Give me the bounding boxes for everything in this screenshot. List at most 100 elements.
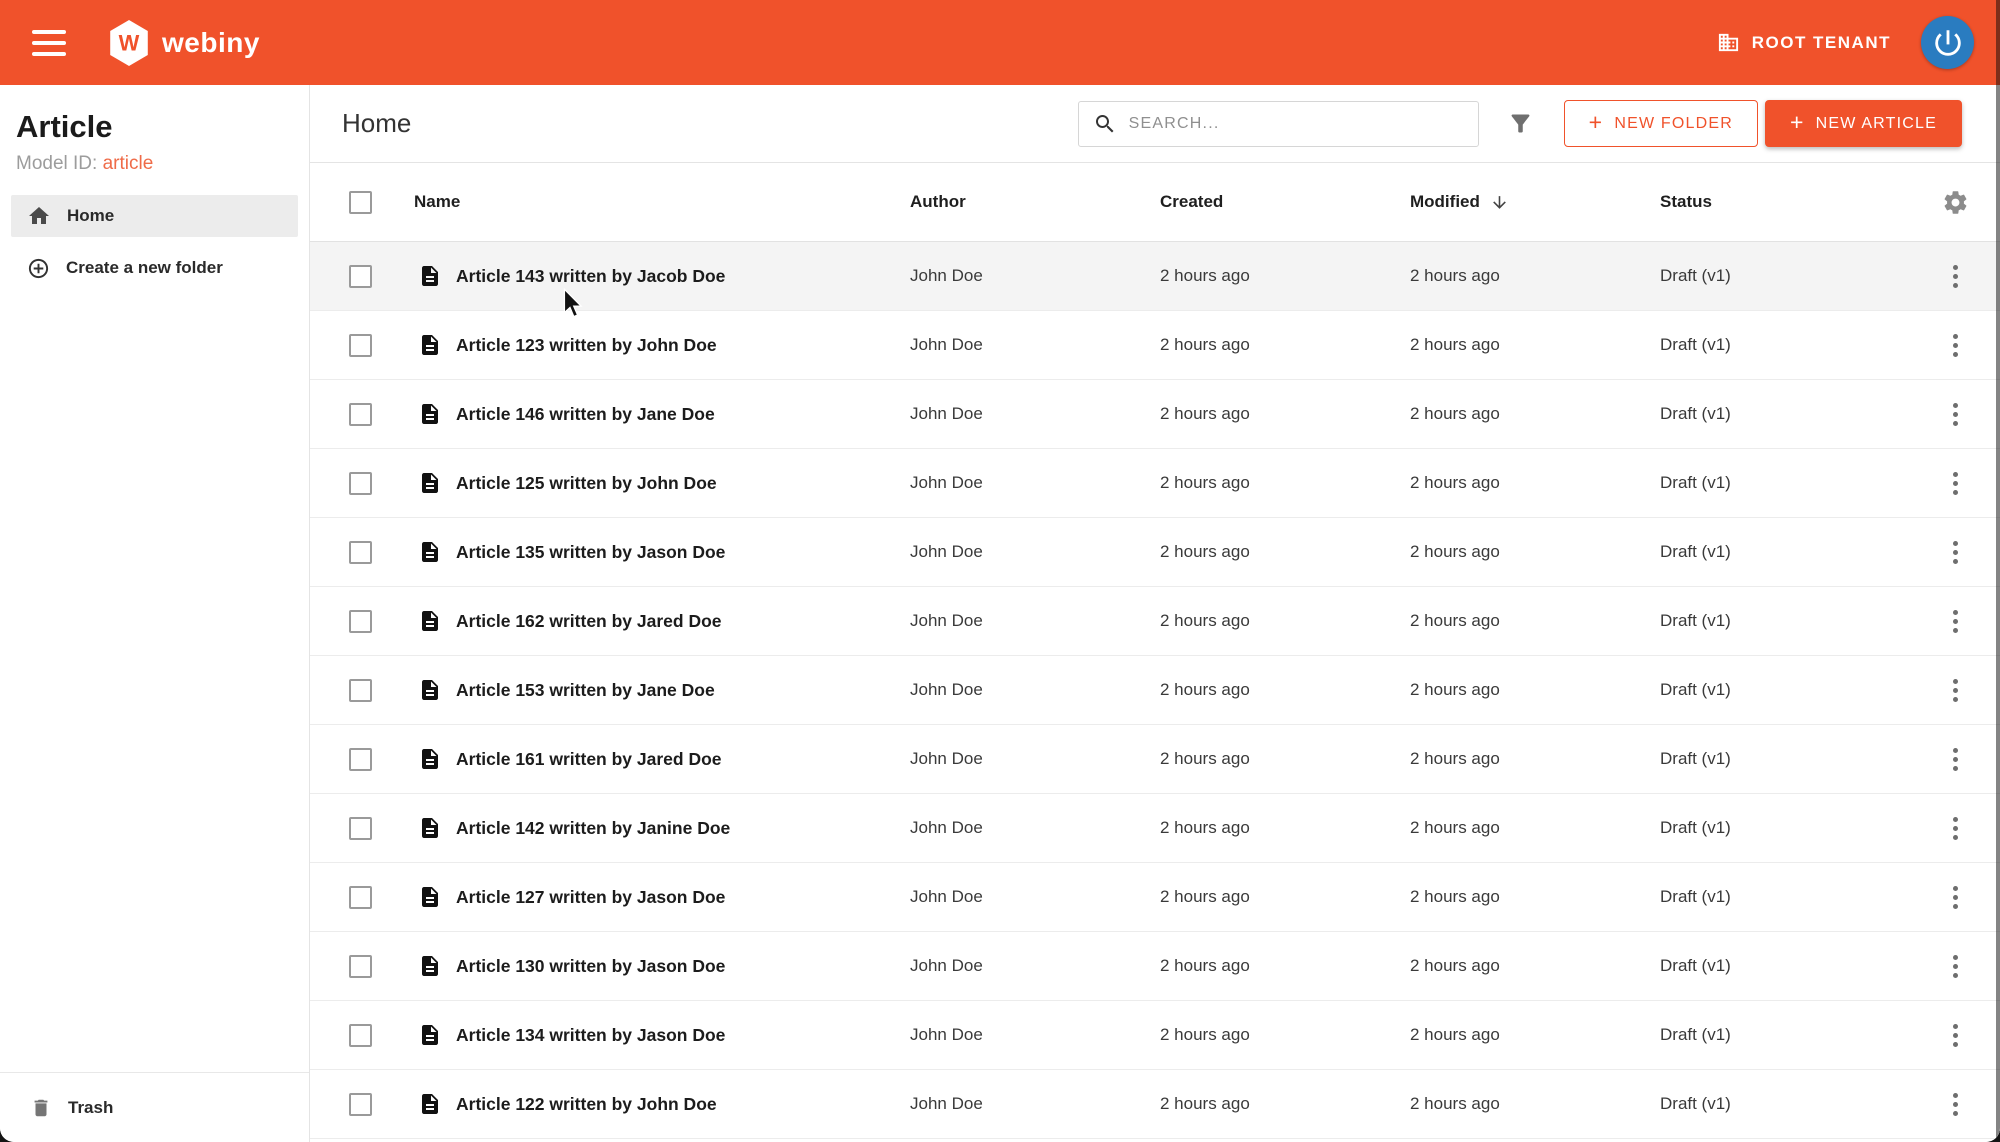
entry-name: Article 130 written by Jason Doe	[456, 955, 726, 976]
row-checkbox[interactable]	[349, 816, 372, 840]
entry-name-cell[interactable]: Article 127 written by Jason Doe	[400, 885, 910, 909]
row-actions-kebab-menu[interactable]	[1947, 811, 1964, 846]
table-row[interactable]: Article 127 written by Jason Doe John Do…	[310, 863, 2000, 932]
entry-status: Draft (v1)	[1660, 749, 1731, 768]
entry-name-cell[interactable]: Article 143 written by Jacob Doe	[400, 264, 910, 288]
table-row[interactable]: Article 125 written by John Doe John Doe…	[310, 449, 2000, 518]
row-actions-kebab-menu[interactable]	[1947, 259, 1964, 294]
sidebar-item-home[interactable]: Home	[11, 195, 298, 237]
column-header-status[interactable]: Status	[1660, 192, 1910, 212]
entry-modified: 2 hours ago	[1410, 404, 1500, 423]
entry-name-cell[interactable]: Article 153 written by Jane Doe	[400, 678, 910, 702]
entry-modified: 2 hours ago	[1410, 1094, 1500, 1113]
row-actions-kebab-menu[interactable]	[1947, 604, 1964, 639]
table-row[interactable]: Article 123 written by John Doe John Doe…	[310, 311, 2000, 380]
row-actions-kebab-menu[interactable]	[1947, 1018, 1964, 1053]
entry-name-cell[interactable]: Article 161 written by Jared Doe	[400, 747, 910, 771]
tenant-selector[interactable]: ROOT TENANT	[1717, 31, 1891, 54]
table-row[interactable]: Article 161 written by Jared Doe John Do…	[310, 725, 2000, 794]
entry-name: Article 162 written by Jared Doe	[456, 610, 722, 631]
entry-name-cell[interactable]: Article 135 written by Jason Doe	[400, 540, 910, 564]
entry-author: John Doe	[910, 404, 983, 423]
table-row[interactable]: Article 162 written by Jared Doe John Do…	[310, 587, 2000, 656]
document-icon	[422, 473, 438, 493]
table-row[interactable]: Article 146 written by Jane Doe John Doe…	[310, 380, 2000, 449]
table-row[interactable]: Article 142 written by Janine Doe John D…	[310, 794, 2000, 863]
row-actions-kebab-menu[interactable]	[1947, 949, 1964, 984]
entry-name-cell[interactable]: Article 125 written by John Doe	[400, 471, 910, 495]
entry-name-cell[interactable]: Article 123 written by John Doe	[400, 333, 910, 357]
gravatar-icon	[1934, 29, 1961, 56]
entry-status: Draft (v1)	[1660, 1094, 1731, 1113]
table-row[interactable]: Article 135 written by Jason Doe John Do…	[310, 518, 2000, 587]
trash-label: Trash	[68, 1097, 114, 1117]
entry-name: Article 146 written by Jane Doe	[456, 403, 715, 424]
table-row[interactable]: Article 122 written by John Doe John Doe…	[310, 1070, 2000, 1139]
model-id-value: article	[102, 153, 154, 174]
row-actions-kebab-menu[interactable]	[1947, 1087, 1964, 1122]
table-settings-gear-icon[interactable]	[1942, 189, 1969, 216]
trash-button[interactable]: Trash	[0, 1072, 309, 1142]
entry-status: Draft (v1)	[1660, 404, 1731, 423]
table-row[interactable]: Article 153 written by Jane Doe John Doe…	[310, 656, 2000, 725]
row-actions-kebab-menu[interactable]	[1947, 673, 1964, 708]
row-checkbox[interactable]	[349, 540, 372, 564]
entry-author: John Doe	[910, 956, 983, 975]
entry-status: Draft (v1)	[1660, 266, 1731, 285]
table-row[interactable]: Article 130 written by Jason Doe John Do…	[310, 932, 2000, 1001]
search-input[interactable]	[1128, 101, 1478, 146]
row-actions-kebab-menu[interactable]	[1947, 466, 1964, 501]
entry-name: Article 127 written by Jason Doe	[456, 886, 726, 907]
row-actions-kebab-menu[interactable]	[1947, 535, 1964, 570]
webiny-admin-window: W webiny ROOT TENANT Article Model ID: a…	[0, 0, 2000, 1142]
entry-name-cell[interactable]: Article 146 written by Jane Doe	[400, 402, 910, 426]
entry-name-cell[interactable]: Article 142 written by Janine Doe	[400, 816, 910, 840]
entry-created: 2 hours ago	[1160, 1025, 1250, 1044]
entry-name-cell[interactable]: Article 134 written by Jason Doe	[400, 1023, 910, 1047]
column-header-name[interactable]: Name	[400, 192, 910, 212]
row-actions-kebab-menu[interactable]	[1947, 742, 1964, 777]
entry-author: John Doe	[910, 818, 983, 837]
column-header-modified[interactable]: Modified	[1410, 192, 1660, 212]
filter-button[interactable]	[1507, 110, 1534, 137]
row-checkbox[interactable]	[349, 471, 372, 495]
row-actions-kebab-menu[interactable]	[1947, 880, 1964, 915]
new-article-label: NEW ARTICLE	[1815, 114, 1937, 132]
row-checkbox[interactable]	[349, 402, 372, 426]
create-new-folder-button[interactable]: Create a new folder	[11, 247, 298, 289]
row-checkbox[interactable]	[349, 1092, 372, 1116]
row-checkbox[interactable]	[349, 333, 372, 357]
tenant-label: ROOT TENANT	[1751, 32, 1891, 52]
row-checkbox[interactable]	[349, 264, 372, 288]
new-folder-button[interactable]: + NEW FOLDER	[1563, 100, 1758, 147]
select-all-checkbox[interactable]	[349, 190, 372, 214]
row-checkbox[interactable]	[349, 609, 372, 633]
plus-icon: +	[1588, 109, 1604, 135]
table-row[interactable]: Article 134 written by Jason Doe John Do…	[310, 1001, 2000, 1070]
row-checkbox[interactable]	[349, 1023, 372, 1047]
table-row[interactable]: Article 143 written by Jacob Doe John Do…	[310, 242, 2000, 311]
entry-created: 2 hours ago	[1160, 956, 1250, 975]
document-icon	[422, 680, 438, 700]
entry-modified: 2 hours ago	[1410, 611, 1500, 630]
row-checkbox[interactable]	[349, 954, 372, 978]
column-header-author[interactable]: Author	[910, 192, 1160, 212]
row-checkbox[interactable]	[349, 885, 372, 909]
entry-name-cell[interactable]: Article 130 written by Jason Doe	[400, 954, 910, 978]
table-body: Article 143 written by Jacob Doe John Do…	[310, 242, 2000, 1142]
new-article-button[interactable]: + NEW ARTICLE	[1764, 100, 1962, 147]
row-actions-kebab-menu[interactable]	[1947, 328, 1964, 363]
column-header-created[interactable]: Created	[1160, 192, 1410, 212]
entry-name-cell[interactable]: Article 122 written by John Doe	[400, 1092, 910, 1116]
hamburger-menu-icon[interactable]	[32, 29, 66, 56]
building-icon	[1718, 33, 1738, 52]
user-avatar[interactable]	[1921, 16, 1974, 69]
breadcrumb-current-folder: Home	[342, 108, 412, 138]
entry-modified: 2 hours ago	[1410, 749, 1500, 768]
row-actions-kebab-menu[interactable]	[1947, 397, 1964, 432]
entry-status: Draft (v1)	[1660, 680, 1731, 699]
row-checkbox[interactable]	[349, 747, 372, 771]
new-folder-label: NEW FOLDER	[1614, 114, 1733, 132]
row-checkbox[interactable]	[349, 678, 372, 702]
entry-name-cell[interactable]: Article 162 written by Jared Doe	[400, 609, 910, 633]
